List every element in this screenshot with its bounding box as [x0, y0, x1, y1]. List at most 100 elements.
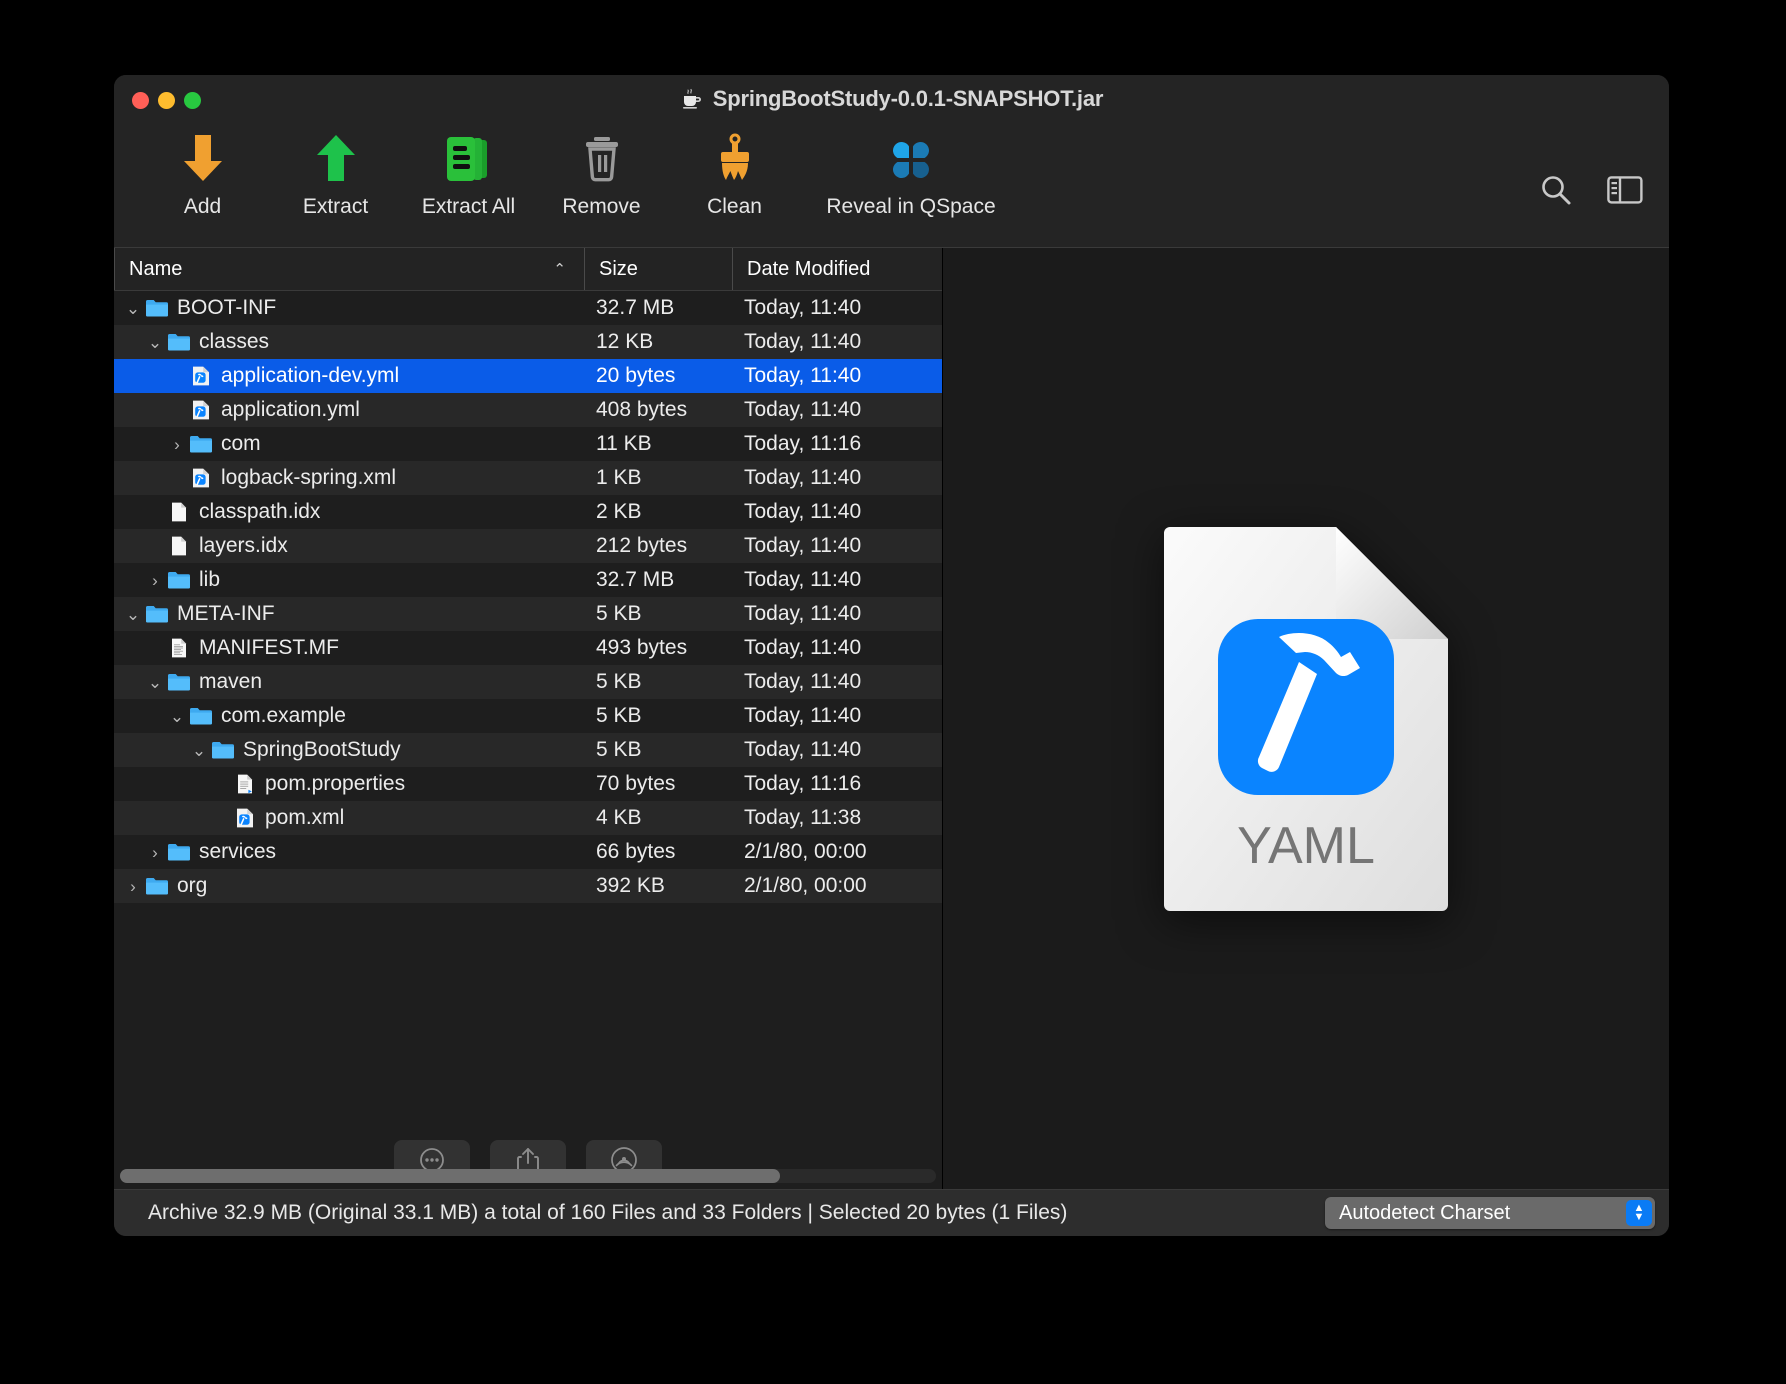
table-row[interactable]: › lib 32.7 MB Today, 11:40: [114, 563, 942, 597]
table-row[interactable]: pom.xml 4 KB Today, 11:38: [114, 801, 942, 835]
table-row[interactable]: application-dev.yml 20 bytes Today, 11:40: [114, 359, 942, 393]
table-row[interactable]: › services 66 bytes 2/1/80, 00:00: [114, 835, 942, 869]
table-row[interactable]: ⌄ SpringBootStudy 5 KB Today, 11:40: [114, 733, 942, 767]
table-row[interactable]: pom.properties 70 bytes Today, 11:16: [114, 767, 942, 801]
disclosure-expanded-icon[interactable]: ⌄: [144, 674, 166, 691]
row-name-cell: pom.properties: [114, 772, 584, 796]
horizontal-scrollbar[interactable]: [120, 1169, 936, 1183]
table-row[interactable]: classpath.idx 2 KB Today, 11:40: [114, 495, 942, 529]
column-header-date-modified[interactable]: Date Modified: [732, 248, 942, 290]
java-coffee-cup-icon: [682, 88, 701, 109]
row-name-cell: › services: [114, 840, 584, 864]
row-date-cell: Today, 11:40: [744, 704, 862, 727]
extract-button[interactable]: Extract: [269, 127, 402, 219]
table-row[interactable]: › org 392 KB 2/1/80, 00:00: [114, 869, 942, 903]
yaml-file-icon: [193, 366, 209, 386]
row-file-name: maven: [199, 670, 263, 693]
table-row[interactable]: logback-spring.xml 1 KB Today, 11:40: [114, 461, 942, 495]
disclosure-expanded-icon[interactable]: ⌄: [122, 300, 144, 317]
minimize-button[interactable]: [158, 92, 175, 109]
disclosure-expanded-icon[interactable]: ⌄: [144, 334, 166, 351]
folder-icon: [168, 572, 190, 589]
row-size-cell: 66 bytes: [596, 840, 676, 863]
table-row[interactable]: application.yml 408 bytes Today, 11:40: [114, 393, 942, 427]
row-date-cell: Today, 11:40: [744, 670, 862, 693]
folder-icon: [190, 708, 212, 725]
row-date-cell: 2/1/80, 00:00: [744, 840, 867, 863]
charset-select[interactable]: Autodetect Charset ▲ ▼: [1325, 1197, 1655, 1229]
remove-button[interactable]: Remove: [535, 127, 668, 219]
preview-file-type-label: YAML: [1237, 817, 1375, 875]
properties-file-icon: [232, 773, 258, 795]
archive-window: SpringBootStudy-0.0.1-SNAPSHOT.jar Add E…: [114, 75, 1669, 1236]
row-size-cell: 5 KB: [596, 602, 642, 625]
folder-icon: [166, 671, 192, 693]
reveal-in-qspace-button[interactable]: Reveal in QSpace: [801, 127, 1021, 219]
disclosure-collapsed-icon[interactable]: ›: [122, 878, 144, 895]
archive-status-text: Archive 32.9 MB (Original 33.1 MB) a tot…: [148, 1201, 1068, 1224]
disclosure-expanded-icon[interactable]: ⌄: [166, 708, 188, 725]
clean-button[interactable]: Clean: [668, 127, 801, 219]
table-row[interactable]: layers.idx 212 bytes Today, 11:40: [114, 529, 942, 563]
disclosure-collapsed-icon[interactable]: ›: [144, 844, 166, 861]
row-file-name: org: [177, 874, 208, 897]
row-size-cell: 5 KB: [596, 670, 642, 693]
row-file-name: layers.idx: [199, 534, 288, 557]
table-row[interactable]: ⌄ classes 12 KB Today, 11:40: [114, 325, 942, 359]
yaml-file-icon: [188, 365, 214, 387]
status-bar: Archive 32.9 MB (Original 33.1 MB) a tot…: [114, 1189, 1669, 1236]
row-name-cell: MANIFEST.MF: [114, 636, 584, 660]
zoom-button[interactable]: [184, 92, 201, 109]
row-size-cell: 12 KB: [596, 330, 654, 353]
extract-button-label: Extract: [302, 195, 369, 218]
table-row[interactable]: › com 11 KB Today, 11:16: [114, 427, 942, 461]
traffic-lights: [132, 92, 201, 109]
table-row[interactable]: ⌄ BOOT-INF 32.7 MB Today, 11:40: [114, 291, 942, 325]
row-date-cell: Today, 11:40: [744, 296, 862, 319]
row-date-cell: Today, 11:40: [744, 500, 862, 523]
search-icon[interactable]: [1539, 173, 1573, 212]
table-row[interactable]: ⌄ META-INF 5 KB Today, 11:40: [114, 597, 942, 631]
content-area: Name ⌃ Size Date Modified ⌄ BOOT-INF 32.7 …: [114, 247, 1669, 1189]
folder-icon: [166, 841, 192, 863]
toggle-sidebar-icon[interactable]: [1607, 175, 1643, 210]
add-button[interactable]: Add: [136, 127, 269, 219]
disclosure-expanded-icon[interactable]: ⌄: [122, 606, 144, 623]
column-header-name[interactable]: Name ⌃: [114, 248, 584, 290]
row-size-cell: 32.7 MB: [596, 568, 675, 591]
row-date-cell: Today, 11:40: [744, 602, 862, 625]
row-name-cell: ⌄ BOOT-INF: [114, 296, 584, 320]
extract-all-button[interactable]: Extract All: [402, 127, 535, 219]
row-date-cell: Today, 11:40: [744, 364, 862, 387]
folder-icon: [146, 878, 168, 895]
disclosure-collapsed-icon[interactable]: ›: [166, 436, 188, 453]
folder-icon: [144, 875, 170, 897]
yaml-file-icon: [188, 467, 214, 489]
row-size-cell: 5 KB: [596, 738, 642, 761]
row-date-cell: Today, 11:16: [744, 772, 862, 795]
horizontal-scrollbar-thumb[interactable]: [120, 1169, 780, 1183]
row-name-cell: ⌄ classes: [114, 330, 584, 354]
table-row[interactable]: ⌄ com.example 5 KB Today, 11:40: [114, 699, 942, 733]
table-row[interactable]: MANIFEST.MF 493 bytes Today, 11:40: [114, 631, 942, 665]
table-row[interactable]: ⌄ maven 5 KB Today, 11:40: [114, 665, 942, 699]
close-button[interactable]: [132, 92, 149, 109]
disclosure-collapsed-icon[interactable]: ›: [144, 572, 166, 589]
column-header-size[interactable]: Size: [584, 248, 732, 290]
row-name-cell: ⌄ SpringBootStudy: [114, 738, 584, 762]
charset-stepper-icon[interactable]: ▲ ▼: [1626, 1200, 1652, 1226]
disclosure-expanded-icon[interactable]: ⌄: [188, 742, 210, 759]
row-date-cell: Today, 11:40: [744, 330, 862, 353]
file-rows-container[interactable]: ⌄ BOOT-INF 32.7 MB Today, 11:40 ⌄ classes 12 …: [114, 291, 942, 1131]
